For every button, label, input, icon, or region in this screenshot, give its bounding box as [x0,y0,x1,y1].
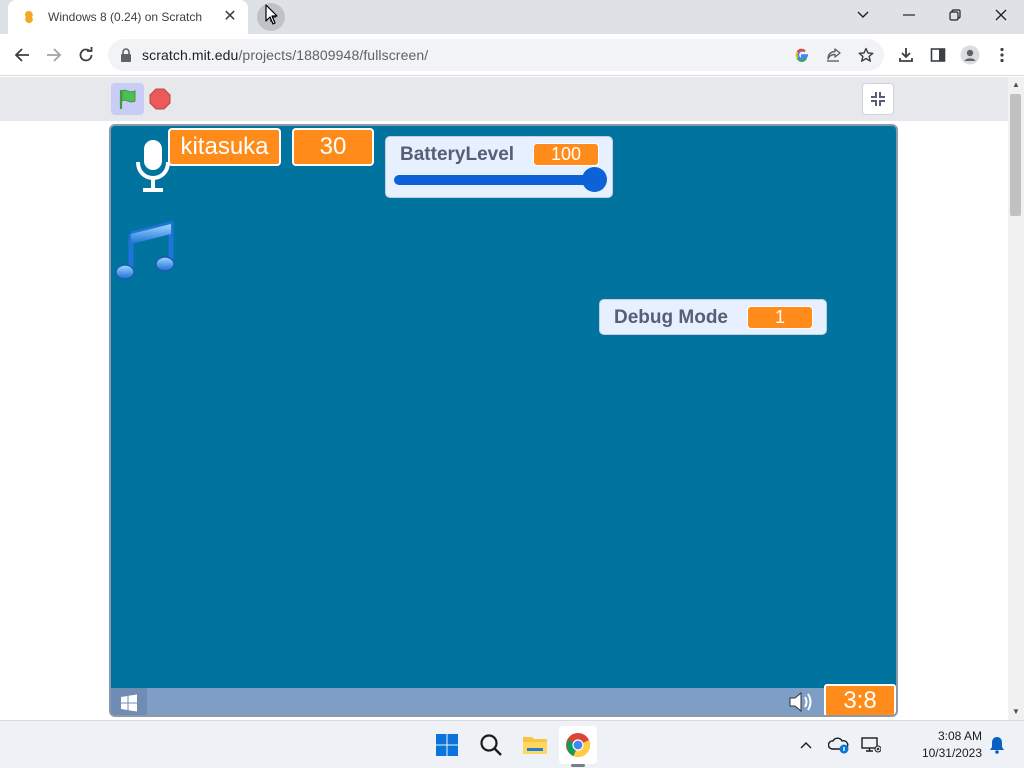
microphone-icon[interactable] [133,138,173,194]
variable-number-display: 30 [292,128,374,166]
lock-icon [121,48,131,62]
show-hidden-icons-button[interactable] [795,734,817,756]
reload-button[interactable] [72,41,100,69]
chevron-up-icon [800,742,812,749]
share-button[interactable] [825,46,843,64]
bookmark-button[interactable] [857,46,875,64]
google-icon [795,48,808,62]
scroll-thumb[interactable] [1010,94,1021,216]
download-icon [899,48,913,62]
notifications-button[interactable] [986,734,1008,756]
restore-button[interactable] [932,0,978,30]
browser-toolbar: scratch.mit.edu/projects/18809948/fullsc… [0,34,1024,76]
profile-icon [960,45,980,65]
chrome-menu-button[interactable] [988,41,1016,69]
battery-level-value: 100 [533,143,599,166]
green-flag-button[interactable] [111,83,144,115]
url-text: scratch.mit.edu/projects/18809948/fullsc… [142,47,429,63]
system-clock[interactable]: 3:08 AM 10/31/2023 [918,728,982,762]
green-flag-icon [119,89,135,109]
active-app-indicator [571,764,585,767]
tab-strip: Windows 8 (0.24) on Scratch ✕ [0,0,1024,34]
notification-bell-icon [990,737,1004,754]
back-icon [14,48,29,62]
side-panel-button[interactable] [924,41,952,69]
project-clock: 3:8 [824,684,896,715]
speaker-icon[interactable] [787,690,817,714]
forward-icon [47,48,62,62]
browser-tab[interactable]: Windows 8 (0.24) on Scratch ✕ [8,0,248,34]
share-icon [827,48,841,62]
search-button[interactable] [472,726,510,764]
debug-mode-value: 1 [747,306,813,329]
reload-icon [79,47,93,62]
onedrive-tray-button[interactable] [828,734,850,756]
scratch-stage[interactable]: kitasuka 30 BatteryLevel 100 Debug Mode … [109,124,898,717]
debug-mode-monitor: Debug Mode 1 [599,299,827,335]
clock-time: 3:08 AM [937,729,982,743]
display-icon [861,737,881,753]
tab-close-button[interactable]: ✕ [222,9,238,25]
google-lens-button[interactable] [793,46,811,64]
battery-level-slider-thumb[interactable] [582,167,607,192]
project-start-button[interactable] [111,688,147,715]
chrome-icon [566,733,591,757]
file-explorer-button[interactable] [516,726,554,764]
exit-fullscreen-button[interactable] [862,83,894,115]
stop-icon [149,88,171,110]
minimize-button[interactable] [886,0,932,30]
project-taskbar: 3:8 [111,684,896,715]
display-tray-button[interactable] [860,734,882,756]
search-icon [480,734,502,756]
forward-button[interactable] [40,41,68,69]
stage-controls-bar [0,77,1008,121]
battery-level-monitor: BatteryLevel 100 [385,136,613,198]
restore-icon [949,9,961,21]
scratch-favicon-icon [22,10,36,24]
debug-mode-label: Debug Mode [614,307,728,328]
variable-name-display: kitasuka [168,128,281,166]
close-icon [995,9,1007,21]
windows-start-icon [121,694,137,711]
tab-search-button[interactable] [840,0,886,30]
downloads-button[interactable] [892,41,920,69]
scroll-up-arrow[interactable]: ▲ [1008,78,1024,92]
tab-title: Windows 8 (0.24) on Scratch [48,10,203,24]
scroll-down-arrow[interactable]: ▼ [1008,705,1024,719]
onedrive-icon [828,737,849,754]
battery-level-slider-track[interactable] [394,175,602,185]
mouse-cursor-icon [265,4,278,25]
side-panel-icon [930,48,946,62]
back-button[interactable] [8,41,36,69]
stop-button[interactable] [148,87,172,111]
file-explorer-icon [523,737,547,754]
music-note-icon[interactable] [115,220,175,282]
minimize-icon [903,14,915,16]
profile-button[interactable] [956,41,984,69]
address-bar[interactable]: scratch.mit.edu/projects/18809948/fullsc… [108,39,884,71]
clock-date: 10/31/2023 [921,746,982,760]
start-button[interactable] [428,726,466,764]
exit-fullscreen-icon [871,92,885,106]
windows-taskbar: 3:08 AM 10/31/2023 [0,720,1024,768]
star-icon [858,47,874,62]
chrome-taskbar-button[interactable] [559,726,597,764]
windows-logo-icon [436,734,458,756]
close-window-button[interactable] [978,0,1024,30]
menu-icon [1000,47,1004,63]
battery-level-label: BatteryLevel [400,144,515,165]
chevron-down-icon [857,11,869,18]
